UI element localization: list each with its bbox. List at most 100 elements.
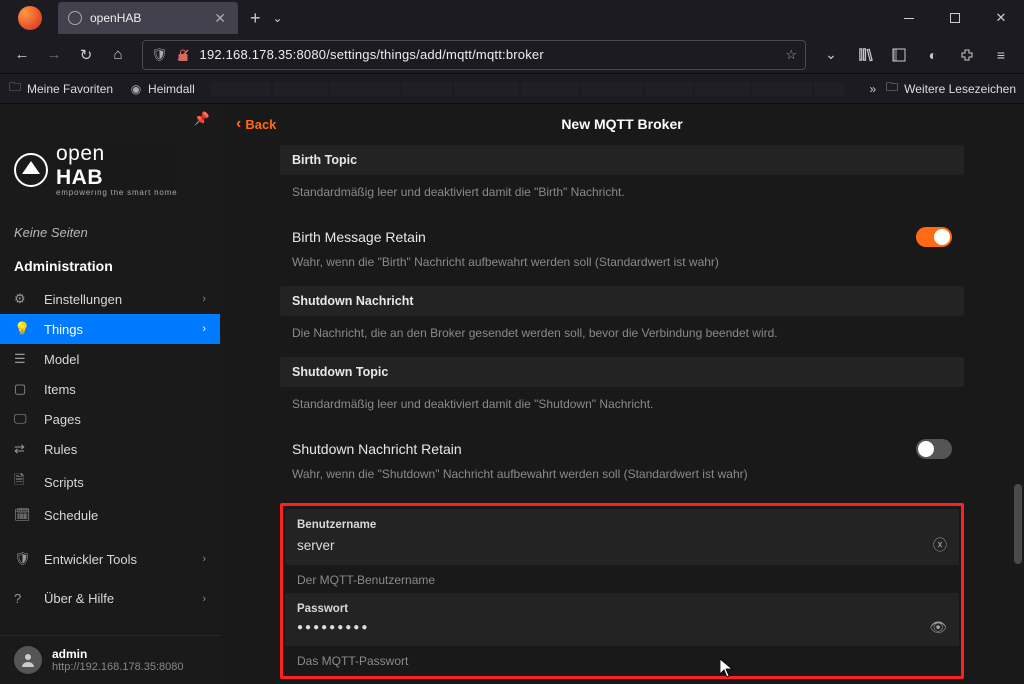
sidebar-icon[interactable] (882, 39, 916, 71)
avatar-icon (14, 646, 42, 674)
sidebar-item-items[interactable]: ▢Items (0, 374, 220, 404)
field-password[interactable]: Passwort ●●●●●●●●● 👁 (285, 593, 959, 646)
field-shutdown-topic[interactable]: Shutdown Topic (280, 357, 964, 387)
bookmarks-overflow-icon[interactable]: » (869, 82, 876, 96)
nav-reload-button[interactable]: ↻ (70, 39, 102, 71)
main-panel: ‹Back New MQTT Broker Birth Topic Standa… (220, 104, 1024, 684)
browser-tab[interactable]: openHAB ✕ (58, 2, 238, 34)
nav-back-button[interactable]: ← (6, 39, 38, 71)
user-host: http://192.168.178.35:8080 (52, 661, 184, 673)
folder-icon: 🗀 (886, 78, 898, 99)
eye-icon[interactable]: 👁 (929, 619, 947, 636)
lightbulb-icon: 💡 (14, 321, 32, 337)
brand-block[interactable]: openHAB empowering the smart home (0, 134, 220, 217)
helper-username: Der MQTT-Benutzername (285, 565, 959, 591)
helper-birth-topic: Standardmäßig leer und deaktiviert damit… (280, 175, 964, 215)
app-sidebar: 📌 openHAB empowering the smart home Kein… (0, 104, 220, 684)
user-name: admin (52, 647, 184, 661)
app-menu-icon[interactable]: ≡ (984, 39, 1018, 71)
back-button[interactable]: ‹Back (236, 115, 276, 133)
sidebar-item-model[interactable]: ☰Model (0, 344, 220, 374)
firefox-logo-icon (18, 6, 42, 30)
list-icon: ☰ (14, 351, 32, 367)
helper-birth-retain: Wahr, wenn die "Birth" Nachricht aufbewa… (280, 253, 964, 285)
tab-title: openHAB (90, 11, 212, 25)
helper-shutdown-msg: Die Nachricht, die an den Broker gesende… (280, 316, 964, 356)
field-shutdown-msg[interactable]: Shutdown Nachricht (280, 286, 964, 316)
question-icon: ? (14, 591, 32, 606)
helper-shutdown-topic: Standardmäßig leer und deaktiviert damit… (280, 387, 964, 427)
insecure-lock-icon[interactable] (176, 48, 190, 62)
window-maximize-button[interactable] (932, 0, 978, 36)
sidebar-item-settings[interactable]: ⚙Einstellungen› (0, 284, 220, 314)
monitor-icon: 🖵 (14, 411, 32, 427)
url-bar[interactable]: 🛡 192.168.178.35:8080/settings/things/ad… (142, 40, 806, 70)
extensions-icon[interactable] (950, 39, 984, 71)
pin-icon[interactable]: 📌 (194, 111, 210, 127)
folder-icon: 🗀 (8, 82, 22, 96)
shield-icon: 🛡 (151, 47, 168, 63)
sidebar-item-things[interactable]: 💡Things› (0, 314, 220, 344)
chevron-right-icon: › (202, 323, 206, 335)
nav-forward-button[interactable]: → (38, 39, 70, 71)
gear-icon: ⚙ (14, 291, 32, 307)
helper-shutdown-retain: Wahr, wenn die "Shutdown" Nachricht aufb… (280, 465, 964, 497)
bookmark-favorites[interactable]: 🗀Meine Favoriten (8, 82, 113, 96)
chevron-right-icon: › (202, 553, 206, 565)
sidebar-admin-heading: Administration (0, 248, 220, 284)
sidebar-no-pages: Keine Seiten (0, 217, 220, 248)
sidebar-user[interactable]: admin http://192.168.178.35:8080 (0, 635, 220, 684)
helper-password: Das MQTT-Passwort (285, 646, 959, 674)
tabs-dropdown-icon[interactable]: ⌄ (273, 11, 283, 25)
bookmark-star-icon[interactable]: ☆ (785, 47, 797, 63)
branch-icon: ⇄ (14, 441, 32, 457)
sidebar-item-schedule[interactable]: 🗓Schedule (0, 500, 220, 530)
toggle-birth-retain[interactable] (916, 227, 952, 247)
chevron-right-icon: › (202, 293, 206, 305)
sidebar-item-pages[interactable]: 🖵Pages (0, 404, 220, 434)
toggle-shutdown-retain[interactable] (916, 439, 952, 459)
field-birth-topic[interactable]: Birth Topic (280, 145, 964, 175)
pocket-icon[interactable]: ⌄ (814, 39, 848, 71)
bookmark-heimdall[interactable]: ◉Heimdall (129, 82, 195, 96)
label-password: Passwort (297, 603, 947, 615)
scrollbar-thumb[interactable] (1014, 484, 1022, 564)
heimdall-icon: ◉ (129, 82, 143, 96)
clear-icon[interactable]: ⓧ (933, 535, 947, 555)
new-tab-button[interactable]: + (238, 8, 273, 29)
tab-favicon-icon (68, 11, 82, 25)
sidebar-item-about[interactable]: ?Über & Hilfe› (0, 584, 220, 613)
box-icon: ▢ (14, 381, 32, 397)
extension-icon[interactable]: ◐ (916, 39, 950, 71)
browser-titlebar: openHAB ✕ + ⌄ ✕ (0, 0, 1024, 36)
bookmark-more-folder[interactable]: 🗀Weitere Lesezeichen (886, 78, 1016, 99)
main-header: ‹Back New MQTT Broker (220, 104, 1024, 144)
tab-close-icon[interactable]: ✕ (212, 10, 228, 27)
value-password: ●●●●●●●●● (297, 622, 369, 633)
sidebar-item-rules[interactable]: ⇄Rules (0, 434, 220, 464)
row-shutdown-retain[interactable]: Shutdown Nachricht Retain (280, 427, 964, 465)
document-icon: 🗎 (14, 471, 32, 493)
window-close-button[interactable]: ✕ (978, 0, 1024, 36)
url-text: 192.168.178.35:8080/settings/things/add/… (200, 47, 778, 62)
sidebar-item-scripts[interactable]: 🗎Scripts (0, 464, 220, 500)
browser-toolbar: ← → ↻ ⌂ 🛡 192.168.178.35:8080/settings/t… (0, 36, 1024, 74)
window-minimize-button[interactable] (886, 0, 932, 36)
sidebar-item-devtools[interactable]: 🛡Entwickler Tools› (0, 544, 220, 574)
row-birth-retain[interactable]: Birth Message Retain (280, 215, 964, 253)
page-title: New MQTT Broker (561, 116, 682, 132)
bookmark-blurred-group (211, 82, 860, 96)
bookmarks-bar: 🗀Meine Favoriten ◉Heimdall » 🗀Weitere Le… (0, 74, 1024, 104)
shield-icon: 🛡 (14, 551, 32, 567)
chevron-left-icon: ‹ (236, 115, 241, 133)
library-icon[interactable] (848, 39, 882, 71)
form-scroll-area[interactable]: Birth Topic Standardmäßig leer und deakt… (220, 144, 1024, 684)
calendar-icon: 🗓 (14, 507, 32, 523)
nav-home-button[interactable]: ⌂ (102, 39, 134, 71)
field-username[interactable]: Benutzername server ⓧ (285, 509, 959, 565)
credentials-highlight: Benutzername server ⓧ Der MQTT-Benutzerna… (280, 503, 964, 679)
value-username: server (297, 538, 335, 553)
brand-name: openHAB (56, 142, 177, 190)
label-username: Benutzername (297, 519, 947, 531)
openhab-logo-icon (14, 153, 48, 187)
